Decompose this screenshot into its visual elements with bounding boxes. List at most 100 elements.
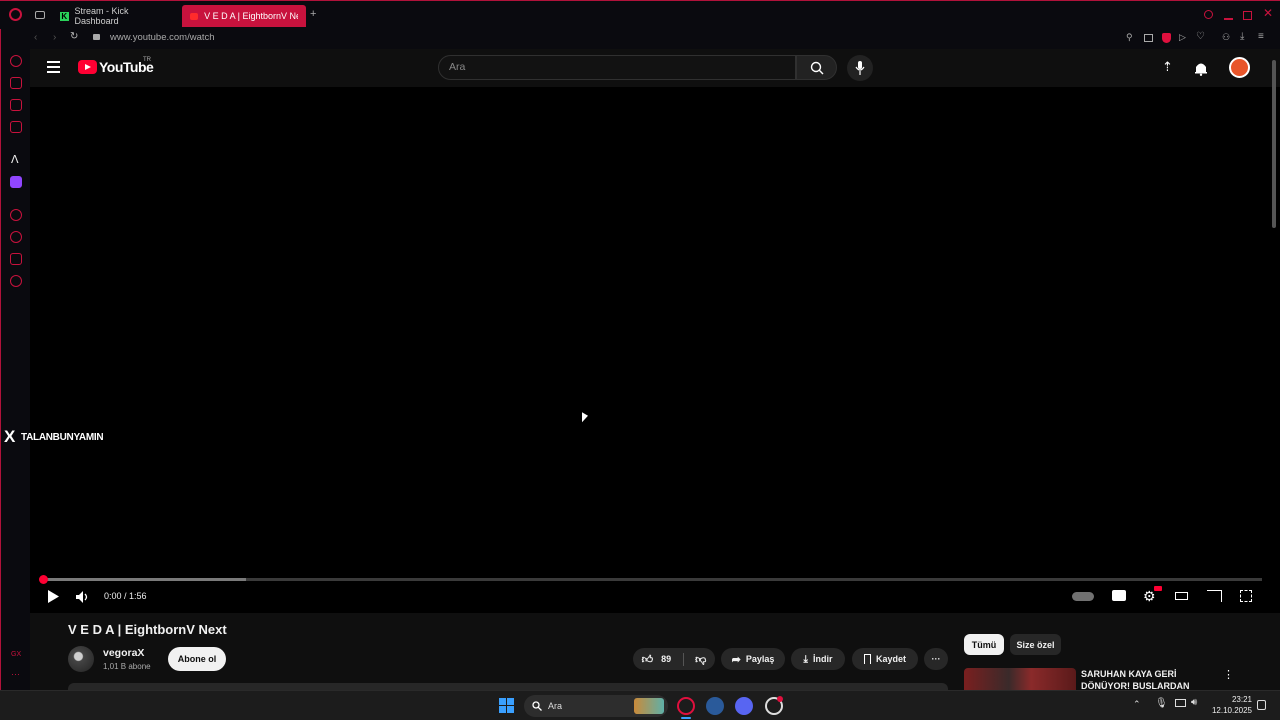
chip-for-you[interactable]: Size özel	[1010, 634, 1061, 655]
gx-control-icon[interactable]	[10, 55, 22, 67]
download-label: İndir	[812, 654, 833, 664]
url-field[interactable]: www.youtube.com/watch	[110, 32, 215, 43]
snapshot-icon[interactable]	[1144, 34, 1153, 42]
chip-all[interactable]: Tümü	[964, 634, 1004, 655]
watermark-text: TALANBUNYAMIN	[21, 431, 104, 443]
close-button[interactable]: ✕	[1263, 6, 1273, 20]
settings-icon[interactable]	[10, 275, 22, 287]
thumbs-down-icon: 👎︎	[695, 653, 707, 666]
microphone-icon	[855, 61, 865, 75]
more-dots-icon: ···	[931, 654, 941, 664]
minimize-button[interactable]	[1224, 18, 1233, 20]
windows-start-icon[interactable]	[499, 698, 514, 713]
gx-label: GX	[11, 651, 22, 658]
recommended-video-thumbnail[interactable]	[964, 668, 1076, 690]
taskbar-clock-time[interactable]: 23:21	[1216, 695, 1252, 704]
more-actions-button[interactable]: ···	[924, 648, 948, 670]
menu-icon[interactable]: ≡	[1258, 31, 1264, 42]
extensions-icon[interactable]	[10, 253, 22, 265]
taskbar-search[interactable]: Ara	[524, 695, 668, 717]
channel-name[interactable]: vegoraX	[103, 647, 144, 659]
account-avatar[interactable]	[1229, 57, 1250, 78]
download-arrow-icon: ⤓	[803, 653, 808, 665]
player-icon[interactable]: ▷	[1179, 32, 1186, 43]
kick-sidebar-icon[interactable]: ᐱ	[11, 153, 19, 166]
subtitles-icon[interactable]	[1112, 590, 1126, 601]
recommended-video-title[interactable]: SARUHAN KAYA GERİ DÖNÜYOR! BUSLARDAN	[1081, 668, 1211, 690]
tab-kick-dashboard[interactable]: K Stream - Kick Dashboard	[52, 5, 178, 27]
youtube-logo-icon[interactable]	[78, 60, 97, 74]
active-app-indicator	[681, 717, 691, 719]
upload-icon[interactable]: ⇡	[1162, 59, 1173, 75]
discord-taskbar-icon[interactable]	[735, 697, 753, 715]
description-box[interactable]	[68, 683, 948, 690]
youtube-header: YouTube TR Ara ⇡	[30, 49, 1280, 87]
pin-icon[interactable]: ⚲	[1126, 32, 1133, 43]
hamburger-menu-icon[interactable]	[47, 61, 60, 73]
subscribe-button[interactable]: Abone ol	[168, 647, 226, 671]
fullscreen-icon[interactable]	[1240, 590, 1252, 602]
volume-icon[interactable]	[76, 591, 90, 603]
recommended-more-icon[interactable]: ⋮	[1223, 668, 1234, 681]
search-icon	[810, 61, 824, 75]
channel-avatar[interactable]	[68, 646, 94, 672]
search-button[interactable]	[796, 55, 837, 80]
more-icon[interactable]: ···	[11, 669, 20, 679]
thumbs-up-icon: 👍︎	[641, 653, 654, 666]
browser-tab-bar: K Stream - Kick Dashboard V E D A | Eigh…	[0, 0, 1280, 29]
dislike-button[interactable]: 👎︎	[689, 653, 706, 666]
share-button[interactable]: ➦ Paylaş	[721, 648, 785, 670]
save-button[interactable]: Kaydet	[852, 648, 918, 670]
opera-gx-taskbar-icon[interactable]	[677, 697, 695, 715]
new-tab-button[interactable]: +	[310, 8, 316, 20]
back-icon[interactable]: ‹	[34, 32, 37, 43]
forward-icon[interactable]: ›	[53, 32, 56, 43]
share-arrow-icon: ➦	[731, 653, 741, 666]
watermark-overlay: X TALANBUNYAMIN	[4, 427, 104, 447]
progress-buffered	[42, 578, 246, 581]
video-title: V E D A | EightbornV Next	[68, 622, 227, 637]
notifications-bell-icon[interactable]	[1194, 61, 1208, 76]
like-count: 89	[661, 654, 672, 664]
tab-label: Stream - Kick Dashboard	[74, 6, 129, 26]
voice-search-button[interactable]	[847, 55, 873, 81]
twitch-icon[interactable]	[10, 176, 22, 188]
hd-badge	[1154, 586, 1162, 591]
download-button[interactable]: ⤓ İndir	[791, 648, 845, 670]
page-scrollbar[interactable]	[1272, 60, 1276, 228]
notification-center-icon[interactable]	[1257, 700, 1266, 710]
region-code: TR	[143, 57, 151, 63]
history-icon[interactable]	[10, 231, 22, 243]
taskbar-clock-date[interactable]: 12.10.2025	[1206, 706, 1252, 715]
download-icon[interactable]: ⤓	[1240, 31, 1244, 42]
vpn-shield-icon[interactable]	[1162, 33, 1171, 43]
network-icon[interactable]	[1175, 699, 1186, 707]
microphone-tray-icon[interactable]: 🎙︎	[1155, 698, 1168, 709]
gx-corner-icon[interactable]	[10, 77, 22, 89]
video-player[interactable]: X TALANBUNYAMIN 0:00 / 1:56 ⚙	[4, 87, 1280, 613]
x-logo-icon: X	[4, 427, 16, 446]
reload-icon[interactable]: ↻	[70, 31, 78, 42]
autoplay-toggle[interactable]	[1072, 592, 1094, 601]
steam-taskbar-icon[interactable]	[706, 697, 724, 715]
profile-icon[interactable]: ⚇	[1222, 32, 1230, 43]
player-sidebar-icon[interactable]	[10, 209, 22, 221]
messages-icon[interactable]	[10, 99, 22, 111]
speaker-icon[interactable]: 🔊︎	[1191, 697, 1197, 708]
search-tabs-icon[interactable]	[1204, 10, 1213, 19]
theater-mode-icon[interactable]	[1175, 592, 1188, 600]
tray-chevron-icon[interactable]: ⌃	[1133, 699, 1141, 710]
tab-youtube-video[interactable]: V E D A | EightbornV Next	[182, 5, 306, 27]
opera-logo-icon[interactable]	[9, 8, 22, 21]
like-button[interactable]: 👍︎ 89	[641, 652, 685, 666]
search-input[interactable]: Ara	[438, 55, 796, 80]
heart-icon[interactable]: ♡	[1196, 31, 1205, 42]
play-icon[interactable]	[47, 590, 59, 603]
tab-overview-icon[interactable]	[35, 11, 45, 19]
news-icon[interactable]	[10, 121, 22, 133]
opera-sidebar: ᐱ GX ···	[0, 29, 30, 690]
youtube-favicon-icon	[190, 12, 199, 20]
maximize-button[interactable]	[1243, 11, 1252, 20]
cast-icon[interactable]	[1207, 590, 1222, 602]
progress-scrubber[interactable]	[39, 575, 48, 584]
